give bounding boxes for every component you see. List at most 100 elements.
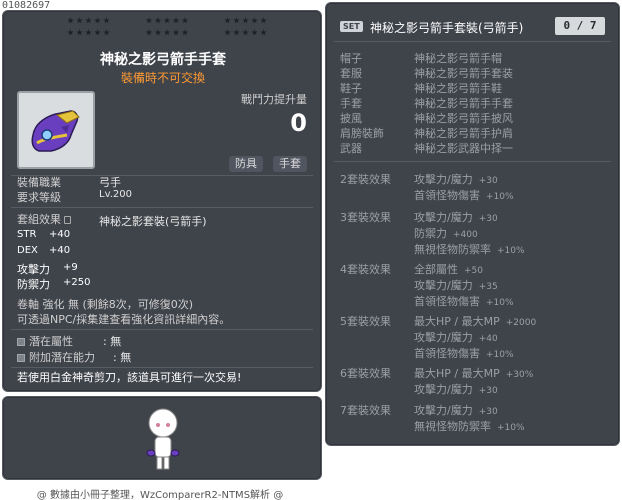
set-effect-value: +400 [453, 230, 478, 240]
star-icon [242, 29, 249, 36]
set-effect-value: +50 [464, 266, 483, 276]
set-effect-text: 最大HP / 最大MP [414, 315, 500, 328]
set-piece-name: 神秘之影武器中择一 [414, 142, 513, 155]
divider [11, 367, 313, 368]
set-effect-line: 無視怪物防禦率 +10% [414, 241, 525, 257]
set-effect-row: 套組效果 [17, 211, 71, 227]
stat-value: +40 [49, 229, 71, 240]
set-name: 神秘之影套裝(弓箭手) [99, 215, 207, 228]
level-value: Lv.200 [99, 189, 132, 200]
combat-power-label: 戰鬥力提升量 [241, 93, 307, 106]
set-piece-slot: 帽子 [340, 52, 362, 65]
additional-potential-icon [17, 354, 25, 362]
star-icon [67, 29, 74, 36]
set-piece-slot: 武器 [340, 142, 362, 155]
avatar-preview-panel [2, 396, 322, 480]
level-label: 要求等級 [17, 191, 61, 204]
set-piece-slot: 披風 [340, 112, 362, 125]
stat-value: +40 [49, 245, 71, 256]
enhance-info: 可透過NPC/採集建查看強化資訊詳細內容。 [17, 313, 231, 326]
divider [334, 41, 611, 42]
set-piece-name: 神秘之影弓箭手鞋 [414, 82, 502, 95]
star-icon [260, 29, 267, 36]
set-effect-heading: 4套裝效果 [340, 263, 391, 276]
set-piece-name: 神秘之影弓箭手套装 [414, 67, 513, 80]
star-icon [251, 29, 258, 36]
star-icon [154, 17, 162, 24]
set-effect-value: +10% [497, 423, 525, 433]
set-piece-name: 神秘之影弓箭手帽 [414, 52, 502, 65]
star-force-row-1 [67, 17, 267, 27]
set-effect-text: 攻擊力/魔力 [414, 211, 473, 224]
set-effect-heading: 5套裝效果 [340, 315, 391, 328]
set-piece-name: 神秘之影弓箭手手套 [414, 97, 513, 110]
set-piece-slot: 手套 [340, 97, 362, 110]
scroll-upgrade-info: 卷軸 強化 無 (剩餘8次，可修復0次) [17, 298, 194, 311]
set-piece-name: 神秘之影弓箭手披风 [414, 112, 513, 125]
set-effect-line: 首領怪物傷害 +10% [414, 345, 514, 361]
set-effect-value: +30% [505, 370, 534, 380]
set-effect-text: 攻擊力/魔力 [414, 331, 473, 344]
item-tooltip-panel: 神秘之影弓箭手手套 裝備時不可交換 戰鬥力提升量 0 防具 手套 裝備職業 弓手… [2, 10, 322, 392]
item-icon-frame [17, 91, 95, 169]
star-icon [224, 17, 231, 24]
set-badge: SET [340, 21, 363, 32]
star-icon [103, 17, 110, 24]
set-effect-value: +2000 [505, 318, 537, 328]
set-effect-value: +10% [486, 350, 514, 360]
set-piece-slot: 肩膀裝飾 [340, 127, 384, 140]
job-value: 弓手 [99, 176, 121, 189]
job-label: 裝備職業 [17, 176, 61, 189]
set-effect-value: +40 [478, 334, 498, 344]
set-effect-heading: 2套裝效果 [340, 173, 391, 186]
star-icon [85, 29, 92, 36]
set-piece-slot: 鞋子 [340, 82, 362, 95]
star-icon [163, 29, 171, 36]
set-effect-text: 防禦力 [414, 227, 447, 240]
star-icon [172, 29, 180, 36]
set-effect-label: 套組效果 [17, 213, 61, 226]
set-info-panel: SET 神秘之影弓箭手套裝(弓箭手) 0 / 7 帽子 神秘之影弓箭手帽 套服 神秘之… [325, 2, 620, 446]
stat-value: +9 [63, 262, 78, 273]
trade-note: 若使用白金神奇剪刀，該道具可進行一次交易! [17, 371, 242, 384]
set-effect-line: 攻擊力/魔力 +35 [414, 277, 498, 293]
set-effect-heading: 6套裝效果 [340, 367, 391, 380]
additional-potential-row: 附加潛在能力 [17, 349, 95, 365]
potential-label: 潛在屬性 [29, 335, 73, 348]
set-effect-line: 攻擊力/魔力 +30 [414, 381, 498, 397]
set-piece-slot: 套服 [340, 67, 362, 80]
star-icon [67, 17, 74, 24]
star-icon [233, 29, 240, 36]
item-subtype-tag: 手套 [273, 156, 307, 172]
lock-icon [64, 216, 71, 224]
set-effect-line: 攻擊力/魔力 +30 [414, 171, 498, 187]
set-count: 0 / 7 [555, 17, 605, 35]
star-icon [242, 17, 249, 24]
set-effect-text: 最大HP / 最大MP [414, 367, 500, 380]
set-effect-text: 首領怪物傷害 [414, 347, 480, 360]
divider [334, 161, 611, 162]
set-effect-line: 最大HP / 最大MP +2000 [414, 313, 536, 329]
tradeability-label: 裝備時不可交換 [120, 71, 205, 85]
set-effect-line: 首領怪物傷害 +10% [414, 187, 514, 203]
set-effect-line: 首領怪物傷害 +10% [414, 293, 514, 309]
stat-key: 防禦力 [17, 278, 50, 291]
star-force-row-2 [67, 29, 267, 39]
archer-glove-icon [31, 110, 80, 152]
set-effect-value: +10% [486, 192, 514, 202]
set-effect-line: 攻擊力/魔力 +30 [414, 209, 498, 225]
additional-potential-value: : 無 [113, 351, 132, 364]
star-icon [154, 29, 162, 36]
set-piece-name: 神秘之影弓箭手护肩 [414, 127, 513, 140]
set-effect-line: 攻擊力/魔力 +30 [414, 402, 498, 418]
stat-value: +250 [63, 277, 91, 288]
star-icon [145, 29, 153, 36]
set-effect-value: +30 [478, 407, 498, 417]
stat-key: 攻擊力 [17, 263, 50, 276]
set-effect-line: 無視怪物防禦率 +10% [414, 418, 525, 434]
potential-value: : 無 [103, 335, 122, 348]
star-icon [181, 29, 189, 36]
set-effect-value: +10% [497, 246, 525, 256]
set-effect-text: 攻擊力/魔力 [414, 404, 473, 417]
set-effect-value: +30 [478, 386, 498, 396]
